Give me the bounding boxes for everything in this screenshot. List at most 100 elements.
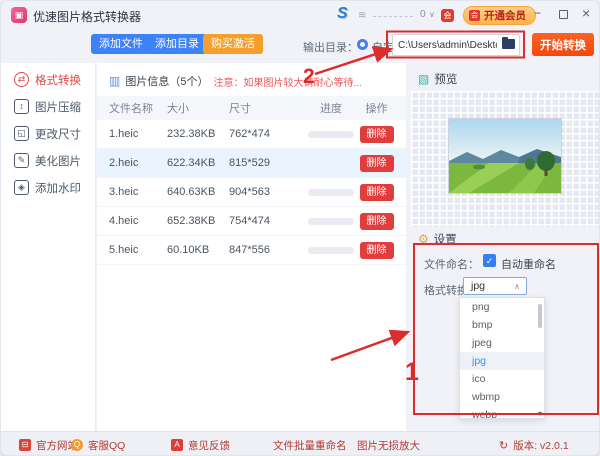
- preview-icon: ▧: [418, 72, 430, 86]
- file-name-cell: 5.heic: [109, 244, 139, 256]
- delete-button[interactable]: 删除: [359, 183, 394, 201]
- settings-header: ⚙ 设置: [418, 231, 457, 247]
- website-icon: ⊟: [19, 439, 31, 451]
- table-row[interactable]: 3.heic 640.63KB 904*563 删除: [97, 178, 406, 207]
- titlebar: ▣ 优速图片格式转换器 S ≋ 0 ∨ 会 会 开通会员 − ×: [1, 1, 599, 29]
- speed-waves-icon: ≋: [358, 10, 367, 21]
- qq-support-link[interactable]: Q 客服QQ: [71, 432, 125, 455]
- format-select[interactable]: jpg ∧: [463, 277, 527, 295]
- progress-bar: [308, 130, 354, 138]
- sidebar-item-resize[interactable]: ◱ 更改尺寸: [1, 120, 95, 147]
- format-option-jpg[interactable]: jpg: [460, 352, 544, 370]
- browse-folder-icon[interactable]: [502, 37, 515, 49]
- delete-button[interactable]: 删除: [359, 154, 394, 172]
- sidebar-item-compress[interactable]: ↕ 图片压缩: [1, 93, 95, 120]
- progress-bar: [308, 246, 354, 254]
- col-dims: 尺寸: [229, 103, 251, 115]
- app-logo-icon: ▣: [11, 7, 27, 23]
- gear-icon: ⚙: [418, 232, 429, 246]
- toolbar: 添加文件 添加目录 购买激活 输出目录： 自定义 开始转换: [1, 29, 599, 63]
- version-info: ↻ 版本: v2.0.1: [499, 439, 569, 452]
- col-size: 大小: [167, 103, 189, 115]
- vip-icon: 会: [469, 10, 480, 21]
- file-size-cell: 622.34KB: [167, 157, 216, 169]
- file-size-cell: 640.63KB: [167, 186, 216, 198]
- add-directory-button[interactable]: 添加目录: [147, 34, 207, 54]
- minimize-button[interactable]: −: [534, 7, 541, 19]
- batch-rename-link[interactable]: 文件批量重命名: [273, 432, 347, 455]
- format-dropdown-list: ▾ png bmp jpeg jpg ico wbmp webp: [459, 297, 545, 419]
- delete-button[interactable]: 删除: [359, 241, 394, 259]
- sidebar-item-format-convert[interactable]: ⇄ 格式转换: [1, 66, 95, 93]
- file-list-panel: ▥ 图片信息（5个） 注意：如果图片较大请耐心等待... 文件名称 大小 尺寸 …: [97, 63, 406, 431]
- progress-cell: [303, 188, 359, 196]
- file-dims-cell: 762*474: [229, 128, 270, 140]
- table-row[interactable]: 2.heic 622.34KB 815*529 删除: [97, 149, 406, 178]
- table-row[interactable]: 4.heic 652.38KB 754*474 删除: [97, 207, 406, 236]
- add-file-button[interactable]: 添加文件: [91, 34, 151, 54]
- refresh-icon: ↻: [499, 439, 509, 452]
- operation-cell: 删除: [359, 125, 394, 143]
- member-badge-icon: 会: [441, 9, 454, 22]
- output-dir-label: 输出目录：: [303, 42, 358, 54]
- wait-notice: 注意：如果图片较大请耐心等待...: [213, 77, 362, 89]
- qq-icon: Q: [71, 439, 83, 451]
- annotation-step-1: 1: [405, 358, 419, 386]
- buy-activate-button[interactable]: 购买激活: [203, 34, 263, 54]
- format-option-webp[interactable]: webp: [460, 406, 544, 418]
- open-vip-button[interactable]: 会 开通会员: [463, 6, 536, 25]
- preview-image: [449, 119, 561, 193]
- file-dims-cell: 847*556: [229, 244, 270, 256]
- custom-dir-radio[interactable]: [357, 39, 368, 50]
- image-info-icon: ▥: [109, 74, 121, 88]
- chevron-up-icon: ∧: [514, 282, 520, 291]
- format-option-bmp[interactable]: bmp: [460, 316, 544, 334]
- sidebar-item-beautify[interactable]: ✎ 美化图片: [1, 147, 95, 174]
- settings-title: 设置: [433, 234, 457, 246]
- col-progress: 进度: [320, 103, 342, 115]
- format-option-ico[interactable]: ico: [460, 370, 544, 388]
- progress-cell: [303, 130, 359, 138]
- delete-button[interactable]: 删除: [359, 125, 394, 143]
- col-operation: 操作: [365, 103, 388, 115]
- sidebar-item-watermark[interactable]: ◈ 添加水印: [1, 174, 95, 201]
- file-info-header: ▥ 图片信息（5个） 注意：如果图片较大请耐心等待...: [97, 63, 406, 96]
- maximize-button[interactable]: [559, 10, 568, 19]
- sidebar: ⇄ 格式转换 ↕ 图片压缩 ◱ 更改尺寸 ✎ 美化图片 ◈ 添加水印: [1, 63, 96, 431]
- operation-cell: 删除: [359, 154, 394, 172]
- file-naming-label: 文件命名：: [424, 259, 479, 271]
- file-size-cell: 60.10KB: [167, 244, 210, 256]
- table-row[interactable]: 5.heic 60.10KB 847*556 删除: [97, 236, 406, 265]
- operation-cell: 删除: [359, 183, 394, 201]
- app-title: 优速图片格式转换器: [33, 10, 142, 24]
- file-table-body: 1.heic 232.38KB 762*474 删除 2.heic 622.34KB 815…: [97, 120, 406, 265]
- progress-cell: [303, 217, 359, 225]
- file-dims-cell: 815*529: [229, 157, 270, 169]
- chevron-down-icon[interactable]: ∨: [429, 10, 435, 19]
- delete-button[interactable]: 删除: [359, 212, 394, 230]
- free-count-value: 0: [420, 9, 426, 20]
- start-convert-button[interactable]: 开始转换: [532, 33, 594, 56]
- output-path-input[interactable]: [392, 34, 520, 56]
- close-button[interactable]: ×: [582, 6, 590, 20]
- resize-icon: ◱: [14, 126, 29, 141]
- file-name-cell: 4.heic: [109, 215, 139, 227]
- dropdown-scroll-down-icon[interactable]: ▾: [538, 409, 542, 418]
- dropdown-scrollbar-thumb[interactable]: [538, 304, 542, 328]
- preview-title: 预览: [434, 74, 458, 86]
- operation-cell: 删除: [359, 241, 394, 259]
- progress-bar: [308, 188, 354, 196]
- operation-cell: 删除: [359, 212, 394, 230]
- feedback-link[interactable]: A 意见反馈: [171, 432, 230, 455]
- format-option-jpeg[interactable]: jpeg: [460, 334, 544, 352]
- official-site-link[interactable]: ⊟ 官方网站: [19, 432, 78, 455]
- file-count-title: 图片信息（5个）: [125, 76, 209, 88]
- watermark-icon: ◈: [14, 180, 29, 195]
- beautify-icon: ✎: [14, 153, 29, 168]
- file-name-cell: 2.heic: [109, 157, 139, 169]
- auto-rename-checkbox[interactable]: ✓: [483, 254, 496, 267]
- format-option-wbmp[interactable]: wbmp: [460, 388, 544, 406]
- lossless-enlarge-link[interactable]: 图片无损放大: [357, 432, 420, 455]
- format-option-png[interactable]: png: [460, 298, 544, 316]
- table-row[interactable]: 1.heic 232.38KB 762*474 删除: [97, 120, 406, 149]
